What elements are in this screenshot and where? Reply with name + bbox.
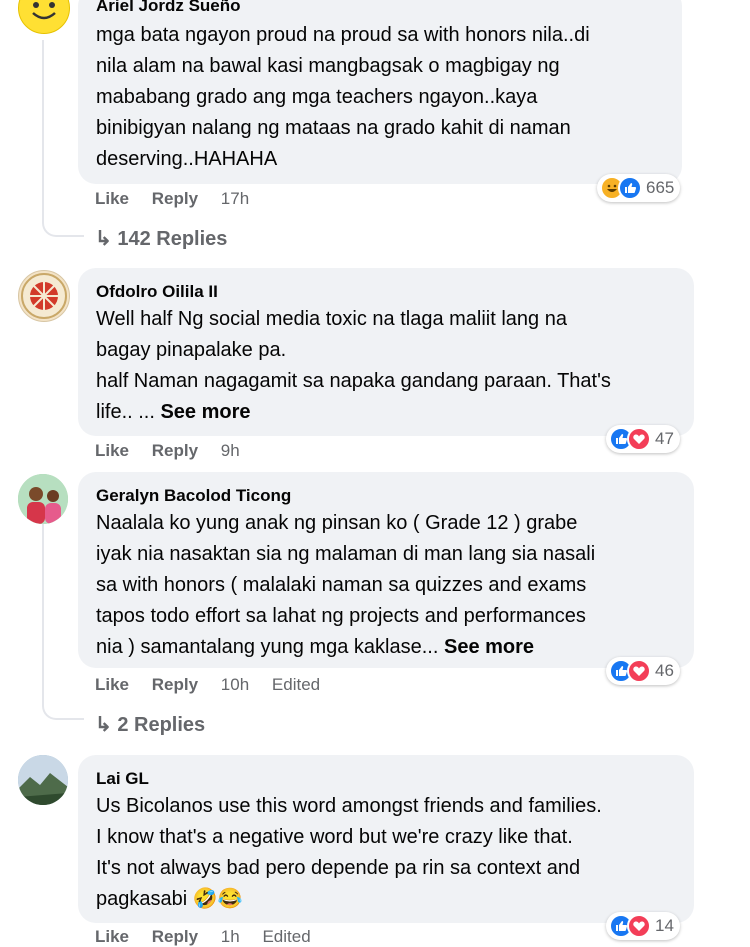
- love-icon: [627, 659, 651, 683]
- reaction-summary[interactable]: 665: [597, 174, 681, 202]
- reaction-count: 47: [655, 429, 674, 448]
- like-button[interactable]: Like: [95, 675, 129, 694]
- comment-bubble: Lai GL Us Bicolanos use this word amongs…: [78, 755, 694, 923]
- avatar[interactable]: [18, 755, 68, 805]
- edited-label: Edited: [262, 927, 311, 946]
- see-more-link[interactable]: See more: [160, 401, 250, 423]
- reaction-count: 665: [646, 178, 675, 197]
- like-icon: [618, 176, 642, 200]
- timestamp[interactable]: 1h: [221, 927, 240, 946]
- thread-line: [42, 205, 84, 237]
- replies-count: 2 Replies: [117, 714, 206, 736]
- love-icon: [627, 914, 651, 938]
- like-button[interactable]: Like: [95, 189, 129, 208]
- comment-text: Naalala ko yung anak ng pinsan ko ( Grad…: [96, 508, 676, 663]
- comment-actions: Like Reply 17h: [95, 189, 267, 209]
- comment-author[interactable]: Lai GL: [96, 769, 676, 789]
- comment-text: Well half Ng social media toxic na tlaga…: [96, 304, 676, 428]
- avatar[interactable]: [18, 474, 68, 524]
- reaction-summary[interactable]: 14: [606, 912, 680, 940]
- love-icon: [627, 427, 651, 451]
- timestamp[interactable]: 17h: [221, 189, 249, 208]
- reaction-count: 14: [655, 916, 674, 935]
- edited-label: Edited: [271, 675, 321, 694]
- timestamp[interactable]: 9h: [221, 441, 240, 460]
- reply-button[interactable]: Reply: [152, 675, 198, 694]
- comment-bubble: Ariel Jordz Sueño mga bata ngayon proud …: [78, 0, 682, 184]
- reply-arrow-icon: ↳: [95, 228, 118, 250]
- profile-photo-icon: [18, 474, 68, 524]
- smiley-face-icon: [20, 0, 68, 32]
- reply-button[interactable]: Reply: [152, 189, 198, 208]
- comment-author[interactable]: Ofdolro Oilila II: [96, 282, 676, 302]
- comment-actions: Like Reply 1h Edited: [95, 927, 329, 947]
- comment-text: mga bata ngayon proud na proud sa with h…: [96, 24, 590, 170]
- comment-actions: Like Reply 9h: [95, 441, 258, 461]
- comment-author[interactable]: Geralyn Bacolod Ticong: [96, 486, 676, 506]
- thread-line: [42, 522, 44, 692]
- thread-line: [42, 690, 84, 720]
- comment-actions: Like Reply 10h Edited: [95, 675, 338, 695]
- reaction-summary[interactable]: 47: [606, 425, 680, 453]
- reply-button[interactable]: Reply: [152, 441, 198, 460]
- comment-author[interactable]: Ariel Jordz Sueño: [96, 0, 664, 16]
- comment-text: Us Bicolanos use this word amongst frien…: [96, 791, 676, 915]
- timestamp[interactable]: 10h: [221, 675, 249, 694]
- reaction-count: 46: [655, 661, 674, 680]
- like-button[interactable]: Like: [95, 441, 129, 460]
- reaction-summary[interactable]: 46: [606, 657, 680, 685]
- reply-arrow-icon: ↳: [95, 714, 118, 736]
- like-button[interactable]: Like: [95, 927, 129, 946]
- emoji-laugh: 🤣😂: [192, 888, 243, 910]
- avatar[interactable]: [18, 270, 70, 322]
- view-replies-button[interactable]: ↳ 142 Replies: [95, 226, 227, 251]
- replies-count: 142 Replies: [117, 228, 228, 250]
- comment-bubble: Ofdolro Oilila II Well half Ng social me…: [78, 268, 694, 436]
- logo-seal-icon: [21, 273, 67, 319]
- see-more-link[interactable]: See more: [444, 636, 534, 658]
- avatar[interactable]: [18, 0, 70, 34]
- comment-bubble: Geralyn Bacolod Ticong Naalala ko yung a…: [78, 472, 694, 668]
- comment-body: Us Bicolanos use this word amongst frien…: [96, 795, 602, 910]
- view-replies-button[interactable]: ↳ 2 Replies: [95, 712, 205, 737]
- reply-button[interactable]: Reply: [152, 927, 198, 946]
- profile-photo-icon: [18, 755, 68, 805]
- thread-line: [42, 40, 44, 205]
